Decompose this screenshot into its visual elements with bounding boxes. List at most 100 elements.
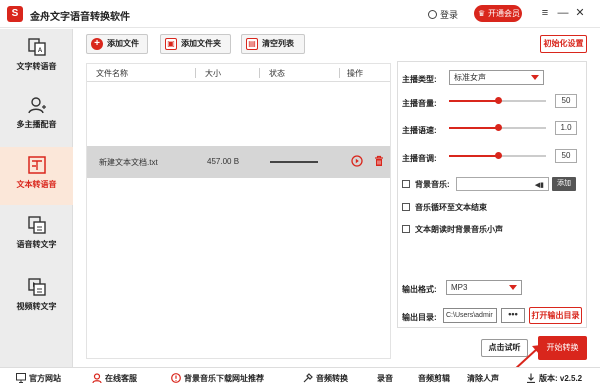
speed-slider[interactable] bbox=[449, 124, 546, 131]
lower-bgm-row: 文本朗读时背景音乐小声 bbox=[398, 222, 588, 240]
sidebar-item-text-to-speech[interactable]: A 文字转语音 bbox=[0, 29, 73, 87]
audio-cut-link[interactable]: 音频剪辑 bbox=[418, 373, 450, 384]
title-bar: S 金舟文字语音转换软件 登录 开通会员 ≡ — ✕ bbox=[0, 0, 600, 28]
app-logo-icon: S bbox=[7, 6, 23, 22]
slider-handle[interactable] bbox=[494, 152, 502, 159]
volume-label: 主播音量: bbox=[402, 99, 437, 108]
table-row[interactable]: 新建文本文档.txt 457.00 B bbox=[87, 146, 390, 178]
support-link[interactable]: 在线客服 bbox=[92, 373, 137, 384]
output-dir-field[interactable]: C:\Users\admir bbox=[443, 308, 497, 323]
sidebar-item-multi-voice[interactable]: 多主播配音 bbox=[0, 87, 73, 145]
speech-to-text-icon bbox=[27, 216, 46, 234]
multi-voice-icon bbox=[27, 97, 46, 114]
user-icon bbox=[428, 10, 437, 19]
output-format-select[interactable]: MP3 bbox=[446, 280, 522, 295]
pitch-input[interactable]: 50 bbox=[555, 149, 577, 163]
monitor-icon bbox=[16, 373, 26, 383]
pitch-slider[interactable] bbox=[449, 152, 546, 159]
video-to-text-icon bbox=[27, 278, 46, 296]
bgm-file-field[interactable]: ◀▮ bbox=[456, 177, 549, 191]
login-label: 登录 bbox=[440, 10, 459, 20]
column-header-actions: 操作 bbox=[347, 69, 363, 78]
document-to-speech-icon bbox=[27, 156, 46, 174]
voice-type-value: 标准女声 bbox=[454, 73, 486, 82]
bgm-site-label: 背景音乐下载网址推荐 bbox=[184, 374, 264, 383]
menu-icon[interactable]: ≡ bbox=[538, 6, 552, 20]
pitch-label: 主播音调: bbox=[402, 154, 437, 163]
support-icon bbox=[92, 373, 102, 383]
play-icon[interactable] bbox=[351, 155, 363, 167]
column-separator bbox=[195, 68, 196, 78]
sidebar-item-speech-to-text[interactable]: 语音转文字 bbox=[0, 207, 73, 265]
minimize-icon[interactable]: — bbox=[556, 6, 570, 20]
close-icon[interactable]: ✕ bbox=[573, 6, 587, 20]
record-link[interactable]: 录音 bbox=[377, 373, 393, 384]
clear-list-button[interactable]: ▤ 清空列表 bbox=[241, 34, 305, 54]
loop-checkbox[interactable] bbox=[402, 203, 410, 211]
lower-bgm-label: 文本朗读时背景音乐小声 bbox=[415, 225, 503, 234]
bgm-site-link[interactable]: 背景音乐下载网址推荐 bbox=[171, 373, 264, 384]
website-link[interactable]: 官方网站 bbox=[16, 373, 61, 384]
add-bgm-button[interactable]: 添加 bbox=[552, 177, 576, 191]
version-label: 版本: v2.5.2 bbox=[539, 374, 583, 383]
output-format-value: MP3 bbox=[451, 283, 468, 292]
delete-icon[interactable] bbox=[373, 155, 385, 167]
slider-handle[interactable] bbox=[494, 124, 502, 131]
bgm-checkbox[interactable] bbox=[402, 180, 410, 188]
plus-icon: + bbox=[91, 38, 103, 50]
voice-type-row: 主播类型: 标准女声 bbox=[398, 70, 588, 88]
audio-convert-label: 音频转换 bbox=[316, 374, 348, 383]
init-settings-button[interactable]: 初始化设置 bbox=[540, 35, 587, 53]
clean-voice-label: 清除人声 bbox=[467, 374, 499, 383]
sidebar-item-video-to-text[interactable]: 视频转文字 bbox=[0, 269, 73, 327]
sidebar-item-label: 视频转文字 bbox=[16, 302, 57, 311]
lower-bgm-checkbox[interactable] bbox=[402, 225, 410, 233]
voice-type-label: 主播类型: bbox=[402, 75, 437, 84]
text-to-speech-icon: A bbox=[27, 38, 46, 56]
open-output-button[interactable]: 打开输出目录 bbox=[529, 307, 582, 324]
clear-list-label: 清空列表 bbox=[262, 39, 294, 48]
sidebar-item-label: 语音转文字 bbox=[16, 240, 57, 249]
file-list-header: 文件名称 大小 状态 操作 bbox=[87, 64, 390, 82]
pitch-row: 主播音调: 50 bbox=[398, 149, 588, 167]
login-button[interactable]: 登录 bbox=[428, 8, 458, 21]
sidebar-item-label: 多主播配音 bbox=[16, 120, 57, 129]
volume-slider[interactable] bbox=[449, 97, 546, 104]
slider-fill bbox=[449, 127, 498, 129]
volume-input[interactable]: 50 bbox=[555, 94, 577, 108]
slider-fill bbox=[449, 155, 498, 157]
browse-button[interactable]: ••• bbox=[501, 308, 525, 323]
file-size: 457.00 B bbox=[207, 157, 240, 166]
add-folder-button[interactable]: ▣ 添加文件夹 bbox=[160, 34, 231, 54]
website-label: 官方网站 bbox=[29, 374, 61, 383]
audio-convert-link[interactable]: 音频转换 bbox=[303, 373, 348, 384]
column-header-name: 文件名称 bbox=[96, 69, 128, 78]
output-format-label: 输出格式: bbox=[402, 285, 437, 294]
clear-icon: ▤ bbox=[246, 38, 258, 50]
speed-row: 主播语速: 1.0 bbox=[398, 121, 588, 139]
audio-convert-icon bbox=[303, 373, 313, 383]
sidebar: A 文字转语音 多主播配音 文本转语音 语音转文字 视频转文字 bbox=[0, 29, 73, 367]
add-file-label: 添加文件 bbox=[107, 39, 139, 48]
bgm-row: 背景音乐: ◀▮ 添加 bbox=[398, 177, 588, 195]
slider-handle[interactable] bbox=[494, 97, 502, 104]
column-header-status: 状态 bbox=[269, 69, 285, 78]
vip-button[interactable]: 开通会员 bbox=[474, 5, 522, 22]
speed-input[interactable]: 1.0 bbox=[555, 121, 577, 135]
voice-type-select[interactable]: 标准女声 bbox=[449, 70, 544, 85]
output-dir-row: 输出目录: C:\Users\admir ••• 打开输出目录 bbox=[398, 307, 588, 326]
add-file-button[interactable]: + 添加文件 bbox=[86, 34, 148, 54]
add-folder-label: 添加文件夹 bbox=[181, 39, 221, 48]
sidebar-item-document-to-speech[interactable]: 文本转语音 bbox=[0, 147, 73, 205]
clean-voice-link[interactable]: 清除人声 bbox=[467, 373, 499, 384]
chevron-down-icon bbox=[509, 285, 517, 290]
loop-row: 音乐循环至文本结束 bbox=[398, 200, 588, 218]
settings-panel: 主播类型: 标准女声 主播音量: 50 主播语速: 1.0 主播音调: 50 背… bbox=[397, 61, 587, 328]
speed-label: 主播语速: bbox=[402, 126, 437, 135]
file-name: 新建文本文档.txt bbox=[99, 158, 158, 167]
output-format-row: 输出格式: MP3 bbox=[398, 280, 588, 298]
folder-icon: ▣ bbox=[165, 38, 177, 50]
status-progress bbox=[270, 161, 318, 163]
loop-label: 音乐循环至文本结束 bbox=[415, 203, 487, 212]
support-label: 在线客服 bbox=[105, 374, 137, 383]
